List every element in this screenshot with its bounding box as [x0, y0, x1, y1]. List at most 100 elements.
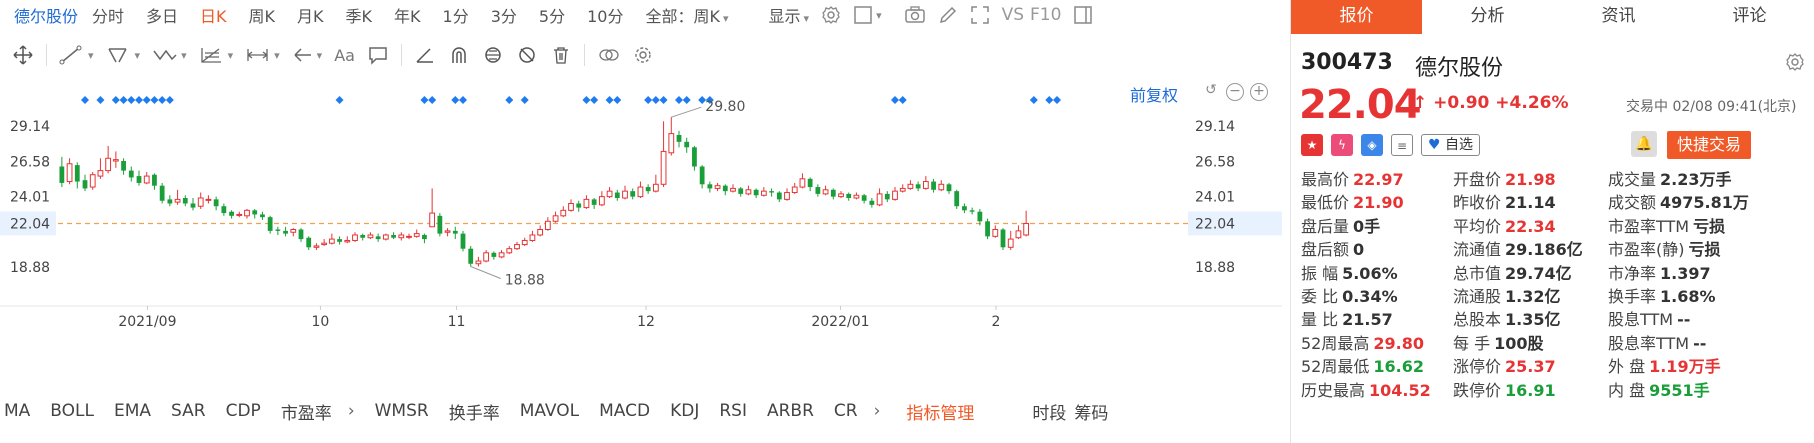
stat-cell: 总市值 29.74亿 [1453, 260, 1572, 284]
indicator-tab[interactable]: 市盈率 [281, 399, 332, 424]
period-tab[interactable]: 月K [297, 3, 324, 27]
period-tab[interactable]: 季K [346, 3, 373, 27]
period-tab[interactable]: 3分 [491, 3, 517, 27]
angle-tool-icon[interactable] [414, 45, 436, 65]
china-flag-icon: ★ [1301, 134, 1323, 156]
quick-trade-button[interactable]: 快捷交易 [1667, 131, 1751, 159]
period-tab[interactable]: 10分 [587, 3, 623, 27]
magnet-icon[interactable] [448, 45, 470, 65]
line-tool-icon[interactable]: ▾ [59, 45, 94, 65]
indicator-tab[interactable]: KDJ [670, 401, 699, 421]
indicator-tab[interactable]: RSI [719, 401, 747, 421]
indicator-tab[interactable]: BOLL [50, 401, 94, 421]
gear-icon[interactable] [1785, 52, 1805, 76]
stat-label: 历史最高 [1301, 380, 1366, 400]
indicator-manage-button[interactable]: 指标管理 [906, 399, 974, 424]
stat-label: 委 比 [1301, 287, 1339, 306]
indicator-tab[interactable]: CR [834, 401, 858, 421]
f10-button[interactable]: F10 [1030, 5, 1061, 25]
add-watchlist-button[interactable]: ♥ 自选 [1421, 134, 1481, 156]
tag-icon: ◈ [1361, 134, 1383, 156]
fib-tool-icon[interactable]: ▾ [199, 45, 233, 65]
divider [400, 44, 402, 66]
stat-cell: 流通股 1.32亿 [1453, 283, 1561, 307]
indicator-tab[interactable]: MA [4, 401, 30, 421]
stock-name-link[interactable]: 德尔股份 [14, 3, 78, 27]
candle-body-up [899, 187, 906, 192]
bell-icon[interactable]: 🔔 [1631, 131, 1657, 157]
square-style-icon[interactable]: ▾ [853, 5, 882, 25]
time-segment-button[interactable]: 时段 [1032, 399, 1066, 424]
stat-cell: 52周最低 16.62 [1301, 353, 1424, 377]
period-tab[interactable]: 年K [394, 3, 421, 27]
candle-body-up [1007, 238, 1014, 248]
candle-body-down [692, 147, 697, 167]
lock-drawing-icon[interactable] [482, 45, 504, 65]
stat-cell: 昨收价 21.14 [1453, 189, 1556, 213]
period-tab[interactable]: 周K [249, 3, 276, 27]
stat-value: 22.97 [1353, 170, 1404, 189]
settings-gear-icon[interactable] [821, 5, 841, 25]
display-menu[interactable]: 显示 ▾ [769, 3, 810, 27]
period-tab[interactable]: 分时 [92, 3, 124, 27]
drawing-settings-icon[interactable] [633, 45, 653, 65]
overlay-icon[interactable] [597, 45, 621, 65]
candle-body-up [560, 209, 567, 217]
candle-body-up [660, 150, 667, 185]
stat-label: 流通值 [1453, 240, 1502, 260]
fullscreen-icon[interactable] [970, 5, 990, 25]
tab-analysis[interactable]: 分析 [1422, 0, 1553, 34]
trash-icon[interactable] [550, 45, 572, 65]
hide-drawing-icon[interactable] [516, 45, 538, 65]
event-marker-icon [165, 96, 174, 104]
candle-body-down [229, 211, 234, 216]
event-marker-icon [150, 96, 159, 104]
stat-label: 股息率TTM [1608, 333, 1690, 353]
note-tool-icon[interactable] [367, 45, 389, 65]
vs-compare-button[interactable]: VS [1002, 5, 1024, 25]
indicator-tab[interactable]: WMSR [375, 401, 429, 421]
candle-body-up [799, 178, 806, 188]
measure-tool-icon[interactable]: ▾ [245, 45, 280, 65]
chevron-right-icon[interactable]: › [348, 401, 355, 421]
chevron-right-icon[interactable]: › [874, 401, 881, 421]
candle-body-up [174, 198, 181, 203]
event-marker-icon [96, 96, 105, 104]
move-crosshair-icon[interactable] [12, 44, 34, 66]
indicator-tab[interactable]: 换手率 [449, 399, 500, 424]
candle-body-down [869, 200, 875, 205]
stat-label: 振 幅 [1301, 263, 1339, 283]
candle-body-down [630, 191, 636, 197]
period-tab[interactable]: 1分 [443, 3, 469, 27]
candle-body-up [668, 133, 675, 154]
stat-label: 总股本 [1453, 310, 1502, 330]
sidebar-toggle-icon[interactable] [1073, 5, 1093, 25]
trade-status: 交易中 02/08 09:41(北京) [1626, 99, 1797, 115]
period-tab-active[interactable]: 日K [200, 3, 227, 27]
pencil-icon[interactable] [938, 5, 958, 25]
wave-tool-icon[interactable]: ▾ [152, 45, 187, 65]
period-tab[interactable]: 多日 [146, 3, 178, 27]
candle-body-up [352, 234, 358, 241]
arrow-tool-icon[interactable]: ▾ [292, 45, 322, 65]
indicator-tab[interactable]: EMA [114, 401, 151, 421]
period-tab[interactable]: 5分 [539, 3, 565, 27]
candle-body-down [591, 199, 597, 205]
indicator-tab[interactable]: MACD [599, 401, 650, 421]
indicator-tab[interactable]: CDP [226, 401, 261, 421]
camera-icon[interactable] [904, 5, 926, 25]
candle-body-up [328, 238, 335, 244]
tab-quote[interactable]: 报价 [1291, 0, 1422, 34]
kline-chart[interactable]: 29.14 29.14 26.58 26.58 24.01 24.01 22.04 22.04… [0, 78, 1282, 378]
stat-value: 1.68% [1660, 287, 1716, 306]
channel-tool-icon[interactable]: ▾ [106, 45, 140, 65]
high-annotation-line [671, 106, 702, 118]
indicator-tab[interactable]: SAR [171, 401, 206, 421]
indicator-tab[interactable]: ARBR [767, 401, 814, 421]
tab-news[interactable]: 资讯 [1553, 0, 1684, 34]
text-tool-icon[interactable]: Aa [334, 46, 355, 65]
range-select[interactable]: 全部：周K ▾ [645, 3, 728, 27]
tab-comments[interactable]: 评论 [1684, 0, 1814, 34]
indicator-tab[interactable]: MAVOL [520, 401, 579, 421]
chips-button[interactable]: 筹码 [1074, 399, 1108, 424]
